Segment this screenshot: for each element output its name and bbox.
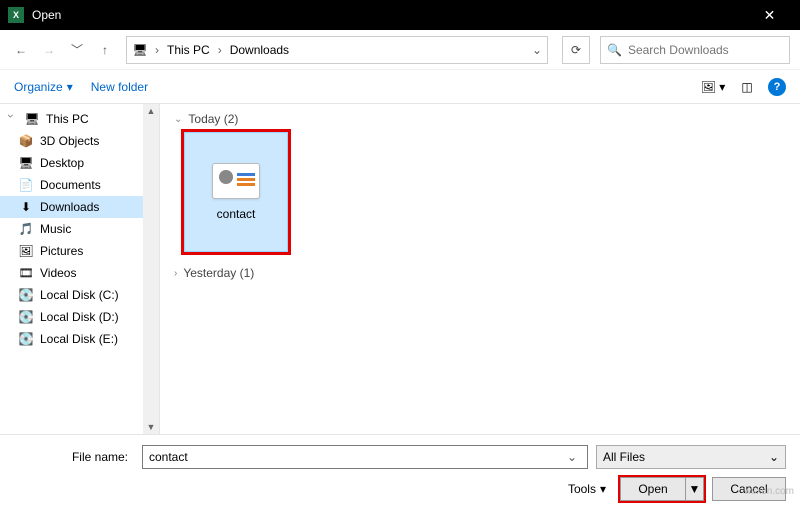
dialog-footer: File name: ⌄ All Files ⌄ Tools ▾ Open ▼ … [0,434,800,519]
tree-label: Downloads [40,200,99,214]
up-button[interactable]: ↑ [94,39,116,61]
breadcrumb-dropdown[interactable]: ⌄ [527,43,547,57]
title-bar: X Open ✕ [0,0,800,30]
close-button[interactable]: ✕ [747,0,792,30]
file-name: contact [217,207,256,221]
breadcrumb[interactable]: 🖥 › This PC › Downloads ⌄ [126,36,548,64]
navigation-bar: ← → ﹀ ↑ 🖥 › This PC › Downloads ⌄ ⟳ 🔍 [0,30,800,70]
tools-menu[interactable]: Tools ▾ [568,482,606,496]
group-yesterday: › Yesterday (1) [174,266,786,280]
picture-icon: 🖼 [18,243,34,259]
music-icon: 🎵 [18,221,34,237]
back-button[interactable]: ← [10,39,32,61]
filename-input[interactable] [149,450,563,464]
preview-pane-button[interactable]: ◫ [734,76,760,98]
search-input[interactable] [628,43,783,57]
drive-icon: 💽 [18,287,34,303]
group-label: Today (2) [188,112,238,126]
search-box[interactable]: 🔍 [600,36,790,64]
file-list[interactable]: ⌄ Today (2) contact › Yesterday (1) [160,104,800,434]
tree-drive-c[interactable]: 💽 Local Disk (C:) [0,284,159,306]
group-header-yesterday[interactable]: › Yesterday (1) [174,266,786,280]
watermark: wsxdn.com [744,486,794,497]
group-today: ⌄ Today (2) contact [174,112,786,252]
video-icon: 🎞 [18,265,34,281]
tree-label: This PC [46,112,89,126]
crumb-downloads[interactable]: Downloads [224,37,295,63]
tree-music[interactable]: 🎵 Music [0,218,159,240]
cube-icon: 📦 [18,133,34,149]
chevron-down-icon: ▾ [600,482,606,496]
filename-label: File name: [14,450,134,464]
recent-locations-button[interactable]: ﹀ [66,39,88,61]
open-button[interactable]: Open [620,477,686,501]
tree-label: Music [40,222,71,236]
chevron-right-icon[interactable]: › [216,43,224,57]
organize-button[interactable]: Organize ▾ [14,80,73,94]
tree-this-pc[interactable]: 🖥 This PC [0,108,159,130]
open-dropdown-button[interactable]: ▼ [686,477,704,501]
tree-drive-d[interactable]: 💽 Local Disk (D:) [0,306,159,328]
chevron-down-icon: ▾ [67,80,73,94]
tree-drive-e[interactable]: 💽 Local Disk (E:) [0,328,159,350]
tree-downloads[interactable]: ⬇ Downloads [0,196,159,218]
group-label: Yesterday (1) [183,266,254,280]
organize-label: Organize [14,80,63,94]
refresh-button[interactable]: ⟳ [562,36,590,64]
filter-label: All Files [603,450,645,464]
tree-label: Desktop [40,156,84,170]
tree-label: Local Disk (E:) [40,332,118,346]
open-button-group: Open ▼ [620,477,704,501]
vcard-icon [212,163,260,199]
navigation-tree[interactable]: 🖥 This PC 📦 3D Objects 🖥 Desktop 📄 Document… [0,104,160,434]
tree-label: Local Disk (C:) [40,288,119,302]
drive-icon: 💽 [18,331,34,347]
tree-3d-objects[interactable]: 📦 3D Objects [0,130,159,152]
main-area: 🖥 This PC 📦 3D Objects 🖥 Desktop 📄 Document… [0,104,800,434]
tree-label: Local Disk (D:) [40,310,119,324]
chevron-down-icon: ⌄ [769,450,779,464]
crumb-this-pc[interactable]: This PC [161,37,216,63]
search-icon: 🔍 [607,43,622,57]
tools-label: Tools [568,482,596,496]
sidebar-scrollbar[interactable]: ▲▼ [143,104,159,434]
help-button[interactable]: ? [768,78,786,96]
tree-videos[interactable]: 🎞 Videos [0,262,159,284]
excel-app-icon: X [8,7,24,23]
tree-desktop[interactable]: 🖥 Desktop [0,152,159,174]
group-header-today[interactable]: ⌄ Today (2) [174,112,786,126]
filetype-filter[interactable]: All Files ⌄ [596,445,786,469]
tree-label: Videos [40,266,76,280]
drive-icon: 💽 [18,309,34,325]
scroll-up-icon[interactable]: ▲ [147,106,156,116]
document-icon: 📄 [18,177,34,193]
file-contact[interactable]: contact [184,132,288,252]
filename-combobox[interactable]: ⌄ [142,445,588,469]
chevron-right-icon: › [174,268,177,279]
tree-label: 3D Objects [40,134,99,148]
tree-documents[interactable]: 📄 Documents [0,174,159,196]
desktop-icon: 🖥 [18,155,34,171]
view-options-button[interactable]: 🖼 ▾ [700,76,726,98]
pc-icon: 🖥 [131,41,149,59]
forward-button[interactable]: → [38,39,60,61]
pc-icon: 🖥 [24,111,40,127]
new-folder-button[interactable]: New folder [91,80,148,94]
tree-label: Documents [40,178,101,192]
tree-label: Pictures [40,244,83,258]
tree-pictures[interactable]: 🖼 Pictures [0,240,159,262]
command-bar: Organize ▾ New folder 🖼 ▾ ◫ ? [0,70,800,104]
download-icon: ⬇ [18,199,34,215]
scroll-down-icon[interactable]: ▼ [147,422,156,432]
chevron-right-icon[interactable]: › [153,43,161,57]
chevron-down-icon: ⌄ [174,114,182,125]
filename-dropdown[interactable]: ⌄ [563,450,581,464]
window-title: Open [32,8,747,22]
